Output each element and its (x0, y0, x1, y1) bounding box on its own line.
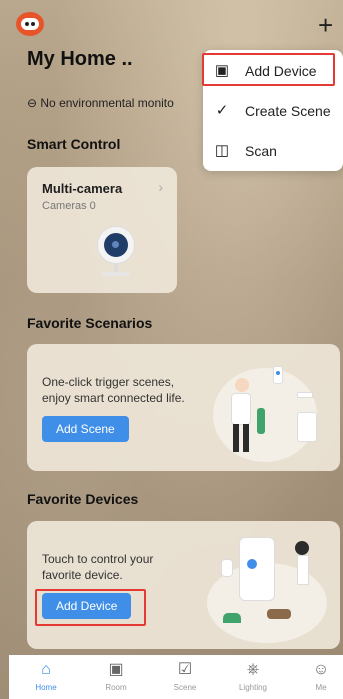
menu-item-scan[interactable]: ◫ Scan (213, 142, 277, 160)
tab-lighting[interactable]: ⎈ Lighting (223, 655, 283, 692)
me-icon: ☺ (312, 661, 330, 678)
devices-text-line2: favorite device. (42, 568, 123, 582)
avatar[interactable] (16, 12, 44, 36)
chevron-right-icon: › (158, 179, 163, 195)
scenario-illustration (213, 358, 331, 462)
page-title[interactable]: My Home .. (27, 48, 133, 71)
scenarios-text-line1: One-click trigger scenes, (42, 375, 175, 389)
tab-home[interactable]: ⌂ Home (16, 655, 76, 692)
tab-label: Room (105, 683, 127, 692)
tab-label: Scene (173, 683, 197, 692)
bottom-tab-bar: ⌂ Home ▣ Room ☑ Scene ⎈ Lighting ☺ Me (9, 655, 343, 699)
tab-label: Home (35, 683, 57, 692)
home-icon: ⌂ (41, 661, 51, 678)
tab-room[interactable]: ▣ Room (86, 655, 146, 692)
add-scene-button[interactable]: Add Scene (42, 416, 129, 442)
tab-label: Lighting (238, 683, 268, 692)
environment-status[interactable]: ⊖ No environmental monito (27, 96, 174, 110)
camera-lens (104, 233, 128, 257)
devices-text-line1: Touch to control your (42, 552, 154, 566)
tab-label: Me (315, 683, 327, 692)
camera-card-title: Multi-camera (42, 181, 123, 196)
section-title-favorite-devices: Favorite Devices (27, 491, 139, 507)
favorite-devices-card: Touch to control your favorite device. A… (27, 521, 340, 649)
scene-icon: ☑ (177, 661, 193, 678)
create-scene-icon: ✓ (215, 102, 229, 119)
scenarios-text-line2: enjoy smart connected life. (42, 391, 185, 405)
menu-item-create-scene[interactable]: ✓ Create Scene (213, 102, 331, 120)
add-device-menu-highlight (202, 53, 335, 86)
add-device-highlight (35, 589, 146, 626)
plus-icon[interactable]: + (318, 12, 333, 38)
menu-item-label: Scan (245, 143, 277, 159)
lighting-icon: ⎈ (246, 661, 260, 678)
menu-item-label: Create Scene (245, 103, 331, 119)
room-icon: ▣ (108, 661, 124, 678)
section-title-favorite-scenarios: Favorite Scenarios (27, 315, 153, 331)
tab-scene[interactable]: ☑ Scene (155, 655, 215, 692)
scan-icon: ◫ (214, 142, 230, 159)
devices-illustration (203, 531, 333, 643)
favorite-scenarios-card: One-click trigger scenes, enjoy smart co… (27, 344, 340, 471)
tab-me[interactable]: ☺ Me (291, 655, 343, 692)
robot-face-icon (21, 18, 39, 30)
camera-card-count: Cameras 0 (42, 200, 96, 212)
camera-base (102, 272, 130, 276)
section-title-smart-control: Smart Control (27, 136, 121, 152)
